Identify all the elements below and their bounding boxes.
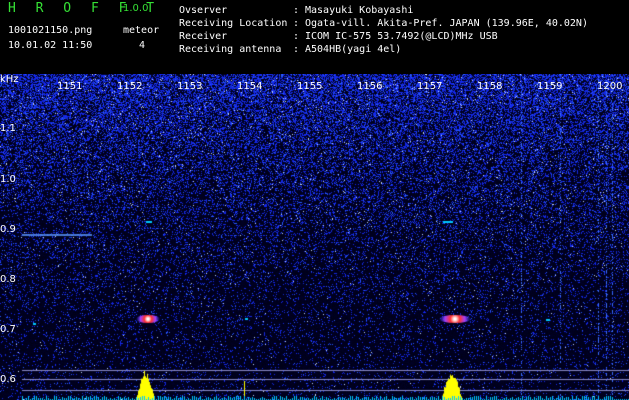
info-row-antenna: Receiving antenna : A504HB(yagi 4el) (179, 43, 588, 56)
meteor-label: meteor (123, 25, 160, 36)
info-label: Receiver (179, 31, 228, 42)
x-tick-label: 1156 (357, 81, 383, 92)
y-tick-label: 0.6 (0, 374, 16, 385)
info-separator: : (293, 18, 300, 29)
y-tick-label: 1.0 (0, 174, 16, 185)
x-tick-label: 1153 (177, 81, 203, 92)
spectrogram-canvas (0, 74, 629, 400)
info-label: Receiving Location (179, 18, 288, 29)
y-tick-label: 0.7 (0, 324, 16, 335)
app-version: 1.0.0 (123, 3, 149, 14)
file-name: 1001021150.png (8, 25, 93, 36)
info-separator: : (293, 31, 300, 42)
y-tick-label: 0.8 (0, 274, 16, 285)
x-tick-label: 1157 (417, 81, 443, 92)
info-label: Receiving antenna (179, 44, 282, 55)
spectrogram-area (0, 74, 629, 400)
info-row-receiver: Receiver : ICOM IC-575 53.7492(@LCD)MHz … (179, 30, 588, 43)
x-tick-label: 1200 (597, 81, 623, 92)
date-time: 10.01.02 11:50 (8, 40, 93, 51)
info-value: Masayuki Kobayashi (305, 5, 414, 16)
y-tick-label: 0.9 (0, 224, 16, 235)
y-tick-label: 1.1 (0, 123, 16, 134)
info-label: Ovserver (179, 5, 228, 16)
info-value: A504HB(yagi 4el) (305, 44, 402, 55)
station-info: Ovserver : Masayuki Kobayashi Receiving … (179, 4, 588, 56)
info-row-location: Receiving Location : Ogata-vill. Akita-P… (179, 17, 588, 30)
info-row-observer: Ovserver : Masayuki Kobayashi (179, 4, 588, 17)
x-tick-label: 1158 (477, 81, 503, 92)
x-tick-label: 1151 (57, 81, 83, 92)
info-value: ICOM IC-575 53.7492(@LCD)MHz USB (305, 31, 498, 42)
header: H R O F F T 1.0.0 1001021150.png meteor … (0, 0, 629, 74)
info-separator: : (293, 5, 300, 16)
x-tick-label: 1159 (537, 81, 563, 92)
x-tick-label: 1155 (297, 81, 323, 92)
x-tick-label: 1154 (237, 81, 263, 92)
y-axis-unit: kHz (0, 74, 19, 85)
info-separator: : (293, 44, 300, 55)
x-tick-label: 1152 (117, 81, 143, 92)
meteor-count: 4 (139, 40, 146, 51)
info-value: Ogata-vill. Akita-Pref. JAPAN (139.96E, … (305, 18, 588, 29)
